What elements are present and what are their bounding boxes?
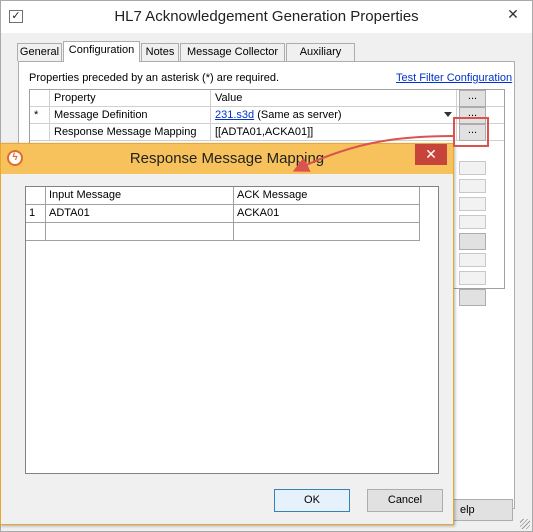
main-close-button[interactable]: ✕ — [502, 4, 524, 24]
row-index — [26, 223, 46, 241]
dialog-close-button[interactable]: ✕ — [415, 144, 447, 165]
resize-grip-icon[interactable] — [520, 519, 530, 529]
grid-header-marker — [30, 90, 50, 106]
ok-button[interactable]: OK — [274, 489, 350, 512]
grid-cell-stub — [459, 197, 486, 211]
mapping-table: Input Message ACK Message 1 ADTA01 ACKA0… — [25, 186, 439, 474]
required-note: Properties preceded by an asterisk (*) a… — [29, 72, 280, 84]
grid-header-value: Value — [211, 90, 457, 106]
input-message-cell[interactable]: ADTA01 — [46, 205, 234, 223]
annotation-highlight-box — [453, 117, 489, 147]
hidden-row-ellipsis-button[interactable] — [459, 289, 486, 306]
grid-cell-stub — [459, 215, 486, 229]
row-index-header — [26, 187, 46, 205]
property-message-definition: Message Definition — [50, 107, 211, 123]
grid-cell-stub — [459, 253, 486, 267]
header-ellipsis-button[interactable]: ... — [459, 90, 486, 107]
grid-cell-stub — [459, 271, 486, 285]
dialog-title-bar[interactable]: ϟ Response Message Mapping ✕ — [1, 144, 453, 174]
grid-row-message-definition: * Message Definition 231.s3d (Same as se… — [30, 107, 504, 124]
hidden-row-ellipsis-button[interactable] — [459, 233, 486, 250]
message-definition-link[interactable]: 231.s3d — [215, 109, 254, 121]
dropdown-arrow-icon[interactable] — [444, 112, 452, 117]
input-message-header: Input Message — [46, 187, 234, 205]
row-index: 1 — [26, 205, 46, 223]
main-title-bar[interactable]: ✓ HL7 Acknowledgement Generation Propert… — [1, 1, 532, 33]
input-message-cell[interactable] — [46, 223, 234, 241]
help-button[interactable]: elp — [453, 499, 513, 521]
tab-auxiliary-files[interactable]: Auxiliary Files — [286, 43, 355, 74]
tab-notes[interactable]: Notes — [141, 43, 179, 61]
main-window-title: HL7 Acknowledgement Generation Propertie… — [114, 8, 419, 25]
property-response-message-mapping: Response Message Mapping — [50, 124, 211, 140]
ack-message-header: ACK Message — [234, 187, 420, 205]
test-filter-configuration-link[interactable]: Test Filter Configuration — [396, 72, 512, 84]
message-definition-note: (Same as server) — [254, 109, 342, 121]
required-marker: * — [30, 107, 50, 123]
tab-message-collector[interactable]: Message Collector — [180, 43, 285, 61]
ack-message-cell[interactable]: ACKA01 — [234, 205, 420, 223]
tab-configuration[interactable]: Configuration — [63, 41, 140, 62]
response-mapping-dialog: ϟ Response Message Mapping ✕ Input Messa… — [0, 143, 454, 525]
grid-header-row: Property Value ... — [30, 90, 504, 107]
cancel-button[interactable]: Cancel — [367, 489, 443, 512]
grid-row-response-mapping: Response Message Mapping [[ADTA01,ACKA01… — [30, 124, 504, 141]
grid-header-property: Property — [50, 90, 211, 106]
message-definition-dropdown[interactable]: 231.s3d (Same as server) — [211, 107, 457, 123]
grid-cell-stub — [459, 161, 486, 175]
ack-message-cell[interactable] — [234, 223, 420, 241]
optional-marker — [30, 124, 50, 140]
grid-cell-stub — [459, 179, 486, 193]
tab-general[interactable]: General — [17, 43, 62, 61]
response-mapping-value[interactable]: [[ADTA01,ACKA01]] — [211, 124, 457, 140]
dialog-title: Response Message Mapping — [129, 150, 325, 167]
